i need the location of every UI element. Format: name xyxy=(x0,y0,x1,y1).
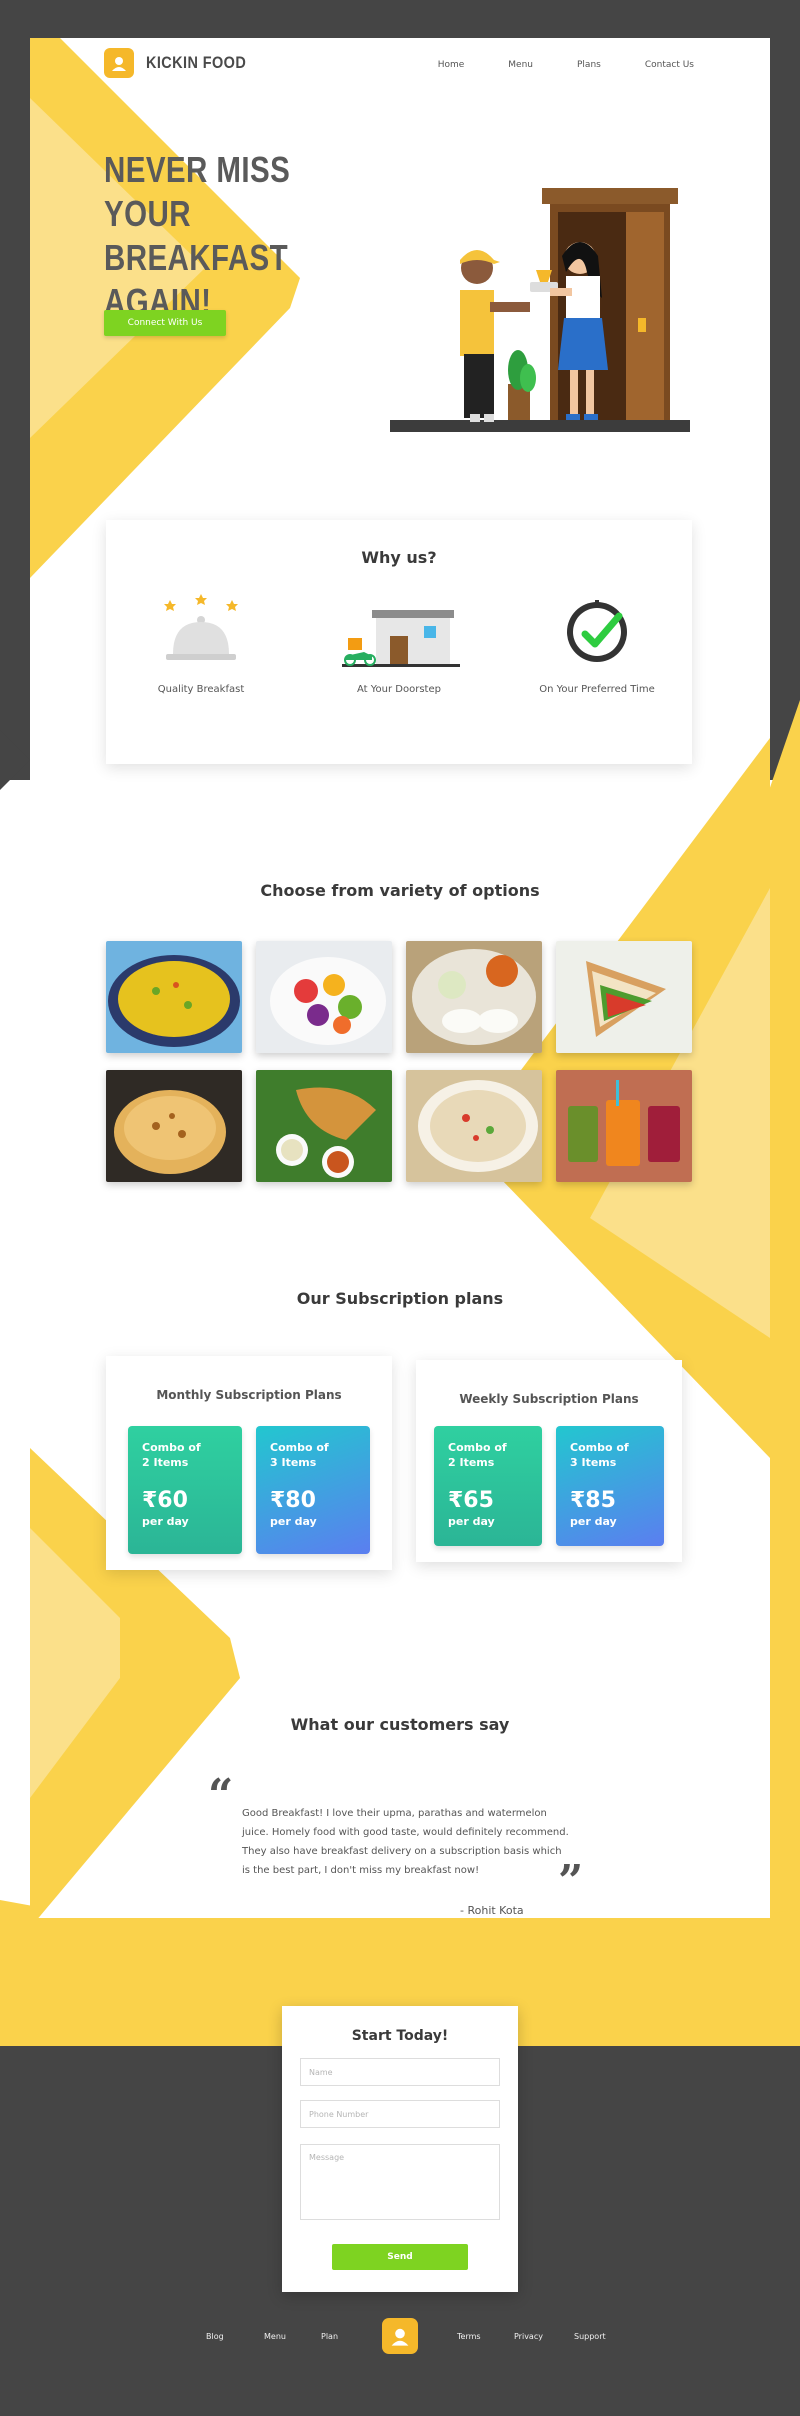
why-item-quality: Quality Breakfast xyxy=(106,590,296,695)
contact-form: Start Today! Send xyxy=(282,2006,518,2292)
form-title: Start Today! xyxy=(351,2028,449,2044)
monthly-plan-title: Monthly Subscription Plans xyxy=(156,1388,342,1402)
options-title: Choose from variety of options xyxy=(260,881,540,900)
why-item-doorstep: At Your Doorstep xyxy=(304,600,494,695)
why-us-title: Why us? xyxy=(361,548,437,567)
logo-icon xyxy=(104,48,134,78)
why-item-time: On Your Preferred Time xyxy=(502,594,692,695)
open-quote-icon: “ xyxy=(208,1770,234,1821)
dish-sandwich[interactable] xyxy=(556,941,692,1053)
top-nav: Home Menu Plans Contact Us xyxy=(394,60,694,70)
dish-dosa[interactable] xyxy=(256,1070,392,1182)
testimonial-author: - Rohit Kota xyxy=(460,1904,524,1917)
dish-poha[interactable] xyxy=(406,1070,542,1182)
footer-link-privacy[interactable]: Privacy xyxy=(514,2332,543,2341)
send-button[interactable]: Send xyxy=(332,2244,468,2270)
footer-logo-icon[interactable] xyxy=(382,2318,418,2354)
hero-title-line-1: NEVER MISS YOUR xyxy=(104,149,291,234)
close-quote-icon: ” xyxy=(558,1856,584,1907)
brand-logo[interactable]: KICKIN FOOD xyxy=(104,48,264,78)
footer-link-blog[interactable]: Blog xyxy=(206,2332,224,2341)
landing-sheet: KICKIN FOOD Home Menu Plans Contact Us N… xyxy=(30,38,770,2046)
dish-paratha[interactable] xyxy=(106,1070,242,1182)
weekly-combo-3-tile[interactable]: Combo of 3 Items ₹85 per day xyxy=(556,1426,664,1546)
why-label-doorstep: At Your Doorstep xyxy=(357,684,441,695)
monthly-plan-card: Monthly Subscription Plans Combo of 2 It… xyxy=(106,1356,392,1570)
why-label-time: On Your Preferred Time xyxy=(539,684,655,695)
monthly-combo-2-tile[interactable]: Combo of 2 Items ₹60 per day xyxy=(128,1426,242,1554)
nav-home[interactable]: Home xyxy=(438,60,465,70)
tile-price: ₹85 xyxy=(570,1488,616,1513)
plans-title: Our Subscription plans xyxy=(296,1289,504,1308)
monthly-combo-3-tile[interactable]: Combo of 3 Items ₹80 per day xyxy=(256,1426,370,1554)
nav-contact-us[interactable]: Contact Us xyxy=(645,60,694,70)
footer-link-support[interactable]: Support xyxy=(574,2332,606,2341)
tile-price: ₹60 xyxy=(142,1488,188,1513)
hero-title-line-2: BREAKFAST xyxy=(104,237,289,278)
message-field[interactable] xyxy=(300,2144,500,2220)
dish-juices[interactable] xyxy=(556,1070,692,1182)
dish-upma[interactable] xyxy=(106,941,242,1053)
brand-name: KICKIN FOOD xyxy=(146,53,247,72)
footer-link-terms[interactable]: Terms xyxy=(457,2332,481,2341)
tile-name: Combo of 2 Items xyxy=(142,1441,201,1469)
testimonial-title: What our customers say xyxy=(290,1715,510,1734)
tile-name: Combo of 3 Items xyxy=(570,1441,629,1469)
name-field[interactable] xyxy=(300,2058,500,2086)
hero-delivery-illustration xyxy=(390,188,690,432)
why-label-quality: Quality Breakfast xyxy=(157,684,245,695)
nav-plans[interactable]: Plans xyxy=(577,60,601,70)
weekly-combo-2-tile[interactable]: Combo of 2 Items ₹65 per day xyxy=(434,1426,542,1546)
tile-price: ₹65 xyxy=(448,1488,494,1513)
tile-name: Combo of 2 Items xyxy=(448,1441,507,1469)
weekly-plan-card: Weekly Subscription Plans Combo of 2 Ite… xyxy=(416,1360,682,1562)
dish-idli-sambar[interactable] xyxy=(406,941,542,1053)
delivery-icon xyxy=(342,610,460,667)
hero-title: NEVER MISS YOUR BREAKFAST AGAIN! xyxy=(104,148,325,324)
phone-field[interactable] xyxy=(300,2100,500,2128)
weekly-plan-title: Weekly Subscription Plans xyxy=(459,1392,639,1406)
why-us-card: Why us? Quality Breakfast At Your Doorst… xyxy=(106,520,692,764)
footer-link-menu[interactable]: Menu xyxy=(264,2332,286,2341)
testimonial-quote: Good Breakfast! I love their upma, parat… xyxy=(242,1808,569,1876)
connect-button[interactable]: Connect With Us xyxy=(104,310,226,336)
tile-per: per day xyxy=(142,1515,189,1528)
tile-price: ₹80 xyxy=(270,1488,316,1513)
cloche-icon xyxy=(164,594,238,660)
tile-per: per day xyxy=(448,1515,495,1528)
tile-per: per day xyxy=(270,1515,317,1528)
clock-icon xyxy=(567,600,627,662)
footer-link-plan[interactable]: Plan xyxy=(321,2332,338,2341)
tile-name: Combo of 3 Items xyxy=(270,1441,329,1469)
tile-per: per day xyxy=(570,1515,617,1528)
nav-menu[interactable]: Menu xyxy=(508,60,533,70)
dish-fruit-salad[interactable] xyxy=(256,941,392,1053)
